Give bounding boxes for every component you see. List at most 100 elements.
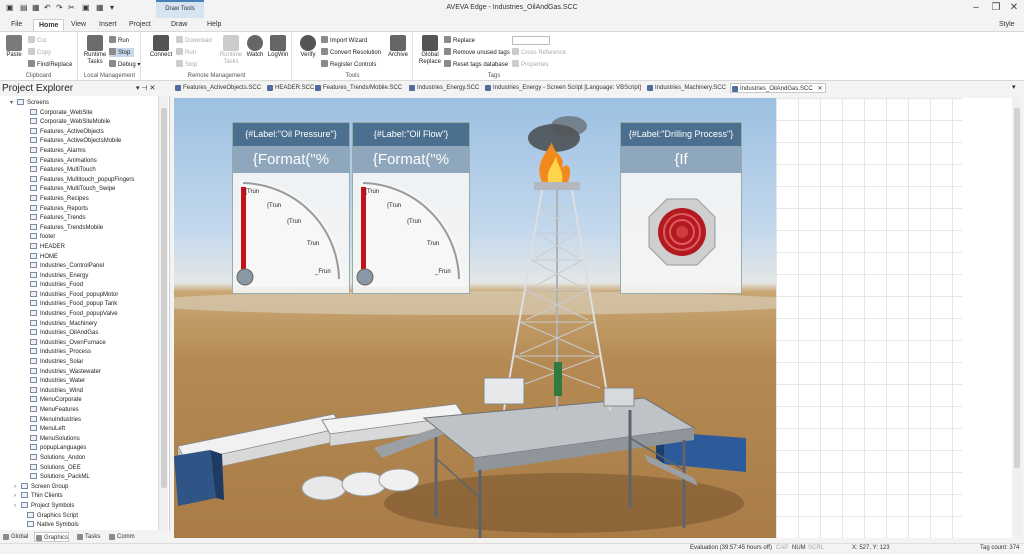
minimize-icon[interactable]: – xyxy=(966,2,986,13)
tree-screen-item[interactable]: Industries_Water xyxy=(0,377,156,387)
find-replace-button[interactable]: Find/Replace xyxy=(28,60,72,69)
tree-folder-item[interactable]: Native Symbols xyxy=(0,521,156,530)
tree-screens-root[interactable]: ▾ Screens xyxy=(0,99,156,109)
expand-icon[interactable]: › xyxy=(14,492,21,502)
doc-tab[interactable]: Industries_Machinery.SCC xyxy=(646,83,726,93)
tree-screen-item[interactable]: Features_Animations xyxy=(0,156,156,167)
pin-icon[interactable]: ▾ ⊣ ✕ xyxy=(136,84,155,92)
tag-search-input[interactable] xyxy=(512,36,550,45)
stop-button-icon[interactable] xyxy=(647,197,717,267)
style-menu[interactable]: Style ▾ xyxy=(994,19,1024,40)
connect-button[interactable]: Connect xyxy=(148,35,174,59)
tree-screen-item[interactable]: Features_Alarms xyxy=(0,146,156,157)
tree-screen-item[interactable]: Features_Recipes xyxy=(0,194,156,205)
tree-screen-item[interactable]: MenuCorporate xyxy=(0,396,156,406)
tree-screen-item[interactable]: Industries_Solar xyxy=(0,358,156,368)
tab-view[interactable]: View xyxy=(66,19,91,31)
tree-screen-item[interactable]: Industries_OvenFurnace xyxy=(0,338,156,349)
watch-button[interactable]: Watch xyxy=(244,35,266,59)
tree-screen-item[interactable]: footer xyxy=(0,233,156,243)
logwin-button[interactable]: LogWin xyxy=(266,35,290,59)
tree-screen-item[interactable]: Industries_Machinery xyxy=(0,319,156,330)
expand-icon[interactable]: › xyxy=(14,483,21,493)
tree-folder-item[interactable]: › Screen Group xyxy=(0,482,156,493)
tree-screen-item[interactable]: Features_ActiveObjects xyxy=(0,127,156,138)
properties-button[interactable]: Properties xyxy=(512,60,548,69)
scroll-thumb[interactable] xyxy=(161,108,167,488)
tree-screen-item[interactable]: HOME xyxy=(0,252,156,263)
tab-home[interactable]: Home xyxy=(33,19,65,31)
tree-screen-item[interactable]: Industries_Food_popup Tank xyxy=(0,300,156,310)
doc-tab-active[interactable]: Industries_OilAndGas.SCC ✕ xyxy=(730,83,826,93)
tree-screen-item[interactable]: Corporate_WebSiteMobile xyxy=(0,118,156,128)
tree-screen-item[interactable]: Solutions_OEE xyxy=(0,463,156,474)
canvas-scrollbar[interactable] xyxy=(1012,98,1022,538)
tab-graphics[interactable]: Graphics xyxy=(34,532,70,542)
tree-screen-item[interactable]: Solutions_Andon xyxy=(0,453,156,464)
tree-screen-item[interactable]: Corporate_WebSite xyxy=(0,108,156,119)
debug-button[interactable]: Debug ▾ xyxy=(109,60,140,69)
expand-icon[interactable]: › xyxy=(14,502,21,512)
remote-runtime-tasks-button[interactable]: Runtime Tasks xyxy=(218,35,244,66)
stop-button[interactable]: Stop xyxy=(109,48,135,57)
remote-run-button[interactable]: Run xyxy=(176,48,196,57)
tree-screen-item[interactable]: Industries_Food_popupValve xyxy=(0,310,156,320)
tree-screen-item[interactable]: Features_Multitouch_popupFingers xyxy=(0,175,156,186)
copy-button[interactable]: Copy xyxy=(28,48,51,57)
tree-screen-item[interactable]: Industries_Process xyxy=(0,348,156,358)
scroll-thumb[interactable] xyxy=(1014,108,1020,468)
tab-help[interactable]: Help xyxy=(202,19,226,31)
tab-list-icon[interactable]: ▾ xyxy=(1012,83,1016,91)
tree-screen-item[interactable]: Industries_ControlPanel xyxy=(0,262,156,272)
tree-screen-item[interactable]: Features_ActiveObjectsMobile xyxy=(0,137,156,147)
doc-tab[interactable]: Industries_Energy - Screen Script [Langu… xyxy=(484,83,641,93)
tree-screen-item[interactable]: Features_Reports xyxy=(0,204,156,215)
close-icon[interactable]: ✕ xyxy=(1004,2,1024,13)
tree-screen-item[interactable]: Industries_OilAndGas xyxy=(0,329,156,339)
tab-insert[interactable]: Insert xyxy=(94,19,122,31)
tree-screen-item[interactable]: Industries_Wind xyxy=(0,386,156,397)
tree-screen-item[interactable]: Features_Trends xyxy=(0,214,156,224)
doc-tab[interactable]: Features_ActiveObjects.SCC xyxy=(174,83,261,93)
tree-screen-item[interactable]: Industries_Food xyxy=(0,281,156,291)
screen-canvas[interactable]: {#Label:"Oil Pressure"} {Format("% {Trun… xyxy=(174,98,776,538)
oil-flow-panel[interactable]: {#Label:"Oil Flow"} {Format("% {Trun {Tr… xyxy=(352,122,470,294)
reset-tags-db-button[interactable]: Reset tags database xyxy=(444,60,508,69)
oil-pressure-panel[interactable]: {#Label:"Oil Pressure"} {Format("% {Trun… xyxy=(232,122,350,294)
tab-comm[interactable]: Comm xyxy=(108,532,135,542)
drilling-process-panel[interactable]: {#Label:"Drilling Process"} {If xyxy=(620,122,742,294)
tab-draw[interactable]: Draw xyxy=(166,19,192,31)
tree-screen-item[interactable]: Features_MultiTouch xyxy=(0,166,156,176)
replace-button[interactable]: Replace xyxy=(444,36,475,45)
tree-screen-item[interactable]: MenuSolutions xyxy=(0,434,156,445)
tree-screen-item[interactable]: MenuFeatures xyxy=(0,406,156,416)
tree-screen-item[interactable]: popupLanguages xyxy=(0,444,156,454)
download-button[interactable]: Download xyxy=(176,36,212,45)
verify-button[interactable]: Verify xyxy=(297,35,319,59)
tree-screen-item[interactable]: Solutions_PackML xyxy=(0,473,156,483)
convert-resolution-button[interactable]: Convert Resolution xyxy=(321,48,381,57)
remove-unused-tags-button[interactable]: Remove unused tags xyxy=(444,48,510,57)
tree-screen-item[interactable]: Industries_Food_popupMotor xyxy=(0,290,156,301)
tree-screen-item[interactable]: Features_MultiTouch_Swipe xyxy=(0,185,156,195)
tree-screen-item[interactable]: HEADER xyxy=(0,242,156,253)
tree-screen-item[interactable]: Industries_Energy xyxy=(0,271,156,282)
doc-tab[interactable]: Features_Trends/Mobile.SCC xyxy=(314,83,402,93)
close-tab-icon[interactable]: ✕ xyxy=(818,84,823,94)
explorer-scrollbar[interactable] xyxy=(158,96,168,530)
tree-folder-item[interactable]: › Thin Clients xyxy=(0,492,156,502)
tree-screen-item[interactable]: Industries_Wastewater xyxy=(0,367,156,378)
tab-tasks[interactable]: Tasks xyxy=(76,532,100,542)
collapse-icon[interactable]: ▾ xyxy=(10,99,17,109)
tab-project[interactable]: Project xyxy=(124,19,156,31)
tree-screen-item[interactable]: Features_TrendsMobile xyxy=(0,223,156,234)
tree-folder-item[interactable]: › Project Symbols xyxy=(0,501,156,512)
runtime-tasks-button[interactable]: Runtime Tasks xyxy=(82,35,108,66)
design-grid-area[interactable] xyxy=(776,98,962,538)
archive-button[interactable]: Archive xyxy=(387,35,409,59)
cut-button[interactable]: Cut xyxy=(28,36,46,45)
cross-reference-button[interactable]: Cross Reference xyxy=(512,48,566,57)
register-controls-button[interactable]: Register Controls xyxy=(321,60,376,69)
doc-tab[interactable]: HEADER.SCC xyxy=(266,83,314,93)
tab-file[interactable]: File xyxy=(6,19,27,31)
